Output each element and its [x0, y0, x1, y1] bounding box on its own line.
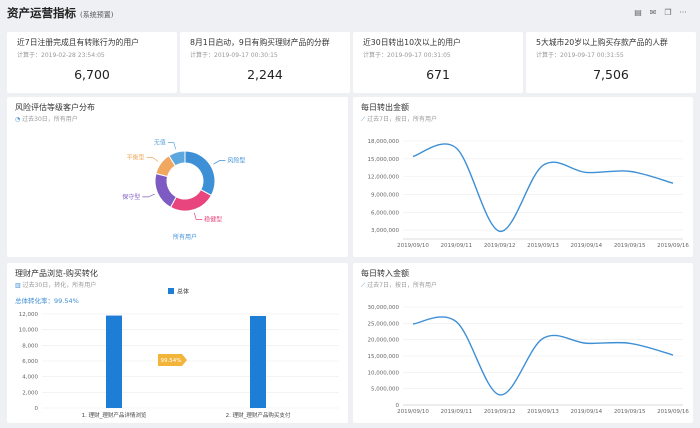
x-tick-label: 2. 理财_理财产品购买支付 — [226, 411, 291, 419]
kpi-card-3[interactable]: 近30日转出10次以上的用户 计算于：2019-09-17 00:31:05 6… — [353, 32, 523, 93]
x-tick-label: 2019/09/14 — [570, 243, 602, 249]
leader-line — [167, 142, 177, 150]
kpi-computed-time: 计算于：2019-09-17 00:31:55 — [536, 52, 624, 59]
panel-title: 每日转入金额 — [361, 269, 409, 278]
panel-title: 理财产品浏览-购买转化 — [15, 269, 98, 278]
y-tick-label: 3,000,000 — [371, 228, 399, 234]
y-tick-label: 0 — [35, 406, 39, 412]
copy-icon[interactable]: ❐ — [663, 7, 673, 17]
bar — [106, 315, 122, 408]
slice-label: 稳健型 — [204, 215, 222, 223]
panel-subtitle: ▥ 过去30日，转化，所有用户 — [15, 282, 97, 289]
legend-label: 总体 — [177, 288, 189, 296]
panel-title: 风险评估等级客户分布 — [15, 103, 95, 112]
donut-footer-label: 所有用户 — [173, 233, 197, 241]
x-tick-label: 2019/09/14 — [570, 409, 602, 415]
y-tick-label: 10,000,000 — [368, 370, 400, 376]
kpi-card-2[interactable]: 8月1日启动，9日有购买理财产品的分群 计算于：2019-09-17 00:30… — [180, 32, 350, 93]
kpi-computed-time: 计算于：2019-09-17 00:31:05 — [363, 52, 451, 59]
y-tick-label: 9,000,000 — [371, 192, 399, 198]
panel-subtitle: ⟋ 过去7日，按日，所有用户 — [361, 282, 437, 289]
leader-line — [146, 157, 159, 162]
kpi-card-4[interactable]: 5大城市20岁以上购买存款产品的人群 计算于：2019-09-17 00:31:… — [526, 32, 696, 93]
slice-label: 风险型 — [227, 157, 245, 165]
kpi-value: 2,244 — [247, 67, 283, 82]
y-tick-label: 30,000,000 — [368, 305, 400, 311]
pie-icon: ◔ — [15, 116, 21, 123]
line-chart-icon: ⟋ — [361, 282, 366, 289]
daily-inflow-panel: 0 5,000,000 10,000,000 15,000,000 20,000,000… — [353, 263, 693, 423]
kpi-computed-time: 计算于：2019-09-17 00:30:15 — [190, 52, 278, 59]
slice-label: 无值 — [154, 139, 166, 147]
bar — [250, 315, 266, 408]
slice-label: 平衡型 — [127, 153, 145, 161]
kpi-title: 近7日注册完成且有转账行为的用户 — [17, 38, 139, 47]
x-tick-label: 2019/09/13 — [527, 409, 559, 415]
funnel-panel: 0 2,000 4,000 6,000 8,000 10,000 12,000 总体 1. 理财… — [7, 263, 348, 423]
slice-label: 保守型 — [122, 193, 140, 201]
y-tick-label: 10,000 — [19, 328, 39, 334]
x-tick-label: 2019/09/13 — [527, 243, 559, 249]
kpi-value: 671 — [426, 67, 450, 82]
x-tick-label: 2019/09/10 — [397, 409, 429, 415]
more-icon[interactable]: ··· — [678, 7, 688, 17]
x-tick-label: 2019/09/16 — [657, 409, 689, 415]
mail-icon[interactable]: ✉ — [648, 7, 658, 17]
kpi-title: 近30日转出10次以上的用户 — [363, 38, 461, 47]
page-title: 资产运营指标 (系统预置) — [7, 6, 114, 20]
y-tick-label: 2,000 — [22, 390, 38, 396]
x-tick-label: 2019/09/10 — [397, 243, 429, 249]
x-tick-label: 2019/09/12 — [484, 243, 516, 249]
x-tick-label: 2019/09/11 — [440, 409, 472, 415]
y-tick-label: 6,000 — [22, 359, 38, 365]
page-subtitle: (系统预置) — [80, 11, 114, 19]
y-tick-label: 15,000,000 — [368, 354, 400, 360]
dashboard-header: 资产运营指标 (系统预置) ▤ ✉ ❐ ··· — [0, 0, 700, 26]
kpi-title: 5大城市20岁以上购买存款产品的人群 — [536, 38, 668, 47]
kpi-computed-time: 计算于：2019-02-28 23:54:05 — [17, 52, 105, 59]
y-tick-label: 20,000,000 — [368, 338, 400, 344]
donut-slice — [154, 172, 178, 208]
x-tick-label: 2019/09/11 — [440, 243, 472, 249]
legend-swatch — [168, 288, 174, 294]
x-tick-label: 1. 理财_理财产品详情浏览 — [82, 411, 147, 419]
leader-line — [142, 193, 155, 198]
y-tick-label: 12,000 — [19, 312, 39, 318]
donut-slice — [184, 150, 216, 197]
kpi-value: 7,506 — [593, 67, 629, 82]
panel-title: 每日转出金额 — [361, 103, 409, 112]
daily-outflow-panel: 3,000,000 6,000,000 9,000,000 12,000,000 15,… — [353, 97, 693, 257]
panel-subtitle: ⟋ 过去7日，按日，所有用户 — [361, 116, 437, 123]
kpi-value: 6,700 — [74, 67, 110, 82]
y-tick-label: 5,000,000 — [371, 387, 399, 393]
y-tick-label: 8,000 — [22, 343, 38, 349]
series-line — [412, 143, 674, 232]
line-chart-icon: ⟋ — [361, 116, 366, 123]
donut-slice — [169, 188, 212, 212]
x-tick-label: 2019/09/15 — [614, 243, 646, 249]
y-tick-label: 6,000,000 — [371, 210, 399, 216]
kpi-card-1[interactable]: 近7日注册完成且有转账行为的用户 计算于：2019-02-28 23:54:05… — [7, 32, 177, 93]
y-tick-label: 4,000 — [22, 375, 38, 381]
y-tick-label: 18,000,000 — [368, 139, 400, 145]
conversion-rate: 总体转化率：99.54% — [15, 297, 79, 305]
funnel-icon: ▥ — [15, 282, 21, 289]
leader-line — [193, 212, 203, 220]
kpi-title: 8月1日启动，9日有购买理财产品的分群 — [190, 38, 330, 47]
list-icon[interactable]: ▤ — [633, 7, 643, 17]
y-tick-label: 15,000,000 — [368, 157, 400, 163]
y-tick-label: 25,000,000 — [368, 321, 400, 327]
x-tick-label: 2019/09/15 — [614, 409, 646, 415]
risk-distribution-panel: 风险型稳健型 保守型 平衡型 无值所有用户 风险评估等级客户分布 ◔ 过去30日，所有… — [7, 97, 348, 257]
x-tick-label: 2019/09/16 — [657, 243, 689, 249]
y-tick-label: 12,000,000 — [368, 175, 400, 181]
panel-subtitle: ◔ 过去30日，所有用户 — [15, 116, 78, 123]
x-tick-label: 2019/09/12 — [484, 409, 516, 415]
conversion-arrow-label: 99.54% — [161, 358, 182, 364]
leader-line — [213, 160, 226, 165]
